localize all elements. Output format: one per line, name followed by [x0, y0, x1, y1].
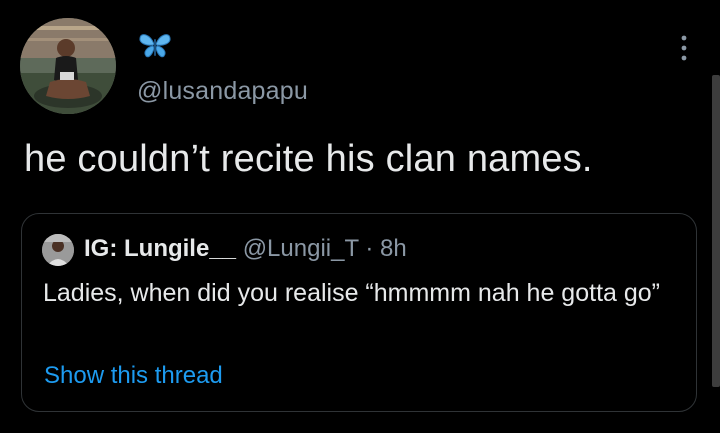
tweet-text: he couldn’t recite his clan names. — [24, 138, 593, 180]
quoted-tweet-header: IG: Lungile__ @Lungii_T · 8h — [84, 235, 407, 263]
quoted-author-avatar[interactable] — [42, 234, 74, 266]
author-avatar[interactable] — [20, 18, 116, 114]
scrollbar[interactable] — [712, 75, 720, 387]
quoted-author-handle-time: @Lungii_T · 8h — [242, 235, 407, 262]
quoted-author-name[interactable]: IG: Lungile__ — [84, 235, 236, 262]
show-thread-link[interactable]: Show this thread — [44, 362, 223, 390]
quoted-tweet-card[interactable]: IG: Lungile__ @Lungii_T · 8h Ladies, whe… — [21, 213, 697, 412]
author-handle[interactable]: @lusandapapu — [137, 77, 308, 106]
quoted-tweet-text: Ladies, when did you realise “hmmmm nah … — [43, 279, 660, 307]
butterfly-emoji-icon — [139, 34, 171, 58]
more-options-icon[interactable] — [676, 33, 692, 63]
